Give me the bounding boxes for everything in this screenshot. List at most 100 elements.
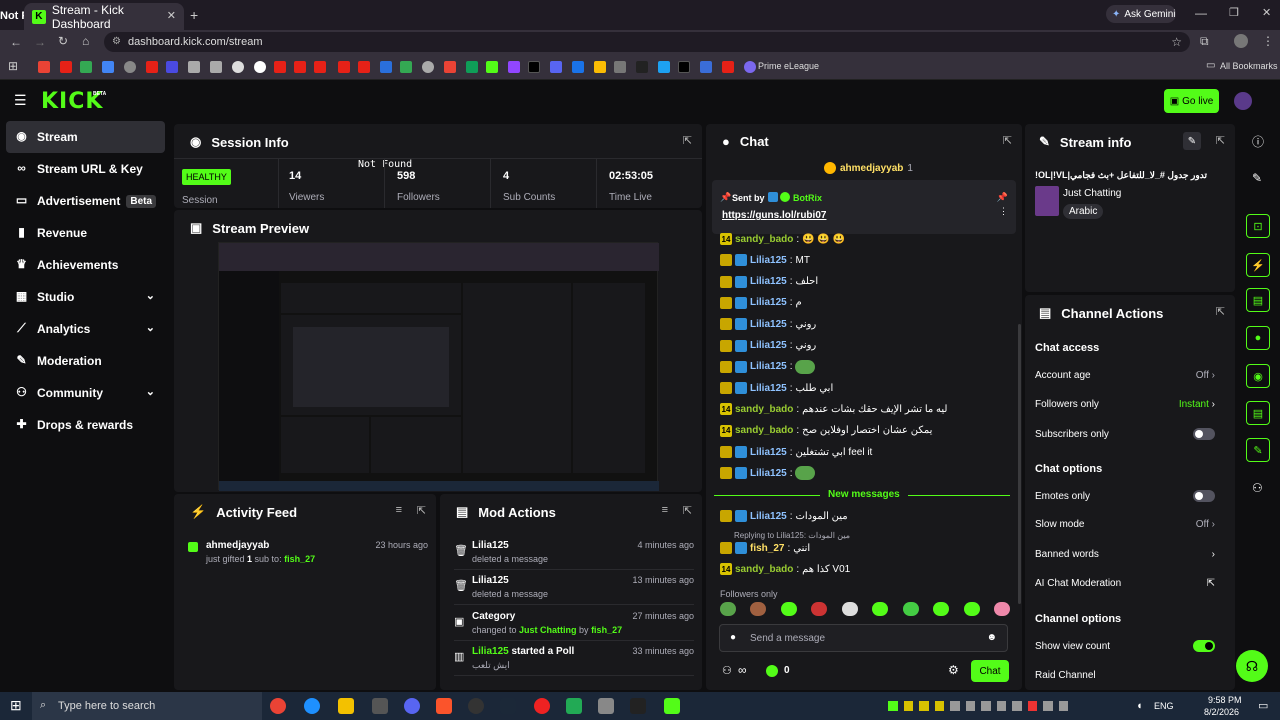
chat-username[interactable]: sandy_bado [735, 425, 793, 436]
extensions-icon[interactable]: ⧉ [1200, 34, 1209, 49]
setting-show-view-count[interactable]: Show view count [1035, 640, 1215, 652]
youtube-bookmark-icon[interactable] [338, 61, 350, 73]
chat-input[interactable]: ● Send a message ☻ [719, 624, 1008, 652]
windows-start-icon[interactable]: ⊞ [10, 697, 22, 714]
infinity-icon[interactable]: ∞ [738, 663, 747, 677]
minimize-icon[interactable]: — [1195, 6, 1207, 20]
sidebar-item-revenue[interactable]: ▮ Revenue [6, 217, 165, 249]
chat-username[interactable]: fish_27 [750, 543, 784, 554]
tray-icon[interactable] [996, 701, 1006, 711]
chat-username[interactable]: Lilia125 [750, 447, 787, 458]
maps-bookmark-icon[interactable] [80, 61, 92, 73]
chat-message[interactable]: Lilia125: ابي تشتغلين feel it [720, 443, 872, 461]
popout-icon[interactable]: ⇱ [1216, 134, 1225, 147]
youtube-bookmark-icon[interactable] [60, 61, 72, 73]
setting-slow-mode[interactable]: Slow mode Off › [1035, 519, 1215, 530]
subscribers-only-toggle[interactable] [1193, 428, 1215, 440]
hamburger-menu-icon[interactable]: ☰ [14, 92, 27, 109]
unpin-icon[interactable]: 📌 [997, 192, 1008, 203]
bookmark-icon[interactable] [444, 61, 456, 73]
ask-gemini-button[interactable]: ✦ Ask Gemini [1106, 5, 1176, 23]
popout-icon[interactable]: ⇱ [417, 504, 426, 517]
bookmark-icon[interactable] [466, 61, 478, 73]
reload-icon[interactable]: ↻ [58, 34, 68, 48]
epic-games-icon[interactable] [630, 698, 646, 714]
tray-icon[interactable] [1058, 701, 1068, 711]
filter-icon[interactable]: ≡ [662, 504, 668, 516]
youtube-bookmark-icon[interactable] [314, 61, 326, 73]
x-bookmark-icon[interactable] [678, 61, 690, 73]
chat-message[interactable]: Lilia125: احلف [720, 273, 818, 291]
sidebar-item-stream[interactable]: ◉ Stream [6, 121, 165, 153]
setting-emotes-only[interactable]: Emotes only [1035, 490, 1215, 502]
app-icon[interactable] [468, 698, 484, 714]
chat-message[interactable]: Lilia125: [720, 358, 816, 376]
sidebar-item-achievements[interactable]: ♛ Achievements [6, 249, 165, 281]
tiktok-bookmark-icon[interactable] [528, 61, 540, 73]
sidebar-item-analytics[interactable]: ⟋ Analytics ⌄ [6, 313, 165, 345]
bookmark-icon[interactable] [422, 61, 434, 73]
sidebar-item-advertisement[interactable]: ▭ Advertisement Beta [6, 185, 165, 217]
bookmark-icon[interactable] [400, 61, 412, 73]
chat-message[interactable]: Lilia125: مين المودات [720, 507, 848, 525]
bookmark-icon[interactable] [636, 61, 648, 73]
bookmark-icon[interactable] [614, 61, 626, 73]
taskbar-search[interactable]: ⌕ Type here to search [32, 692, 262, 720]
bookmark-icon[interactable] [254, 61, 266, 73]
tray-icon[interactable] [903, 701, 913, 711]
popout-icon[interactable]: ⇱ [1003, 134, 1012, 147]
youtube-bookmark-icon[interactable] [146, 61, 158, 73]
bookmark-icon[interactable] [232, 61, 244, 73]
chat-username[interactable]: Lilia125 [750, 383, 787, 394]
url-input[interactable]: ⚙ dashboard.kick.com/stream ☆ [104, 32, 1190, 52]
sidebar-item-studio[interactable]: ▦ Studio ⌄ [6, 281, 165, 313]
emote-icon[interactable] [963, 602, 980, 616]
bookmark-icon[interactable] [166, 61, 178, 73]
pinned-link[interactable]: https://guns.lol/rubi07 [722, 210, 826, 221]
chat-username[interactable]: Lilia125 [750, 319, 787, 330]
chat-message[interactable]: Lilia125: روني [720, 337, 816, 355]
emote-icon[interactable] [841, 602, 858, 616]
app-icon[interactable] [598, 698, 614, 714]
chat-username[interactable]: Lilia125 [750, 468, 787, 479]
user-avatar[interactable] [1234, 92, 1252, 110]
gmail-bookmark-icon[interactable] [38, 61, 50, 73]
window-close-icon[interactable]: ✕ [1262, 6, 1271, 19]
chat-message[interactable]: 14 sandy_bado: كذا هم V01 [720, 560, 850, 578]
app-icon[interactable] [534, 698, 550, 714]
tray-icon[interactable] [965, 701, 975, 711]
discord-icon[interactable] [404, 698, 420, 714]
brave-icon[interactable] [436, 698, 452, 714]
tab-close-icon[interactable]: ✕ [167, 9, 176, 22]
tray-icon[interactable] [919, 701, 929, 711]
chat-username[interactable]: sandy_bado [735, 404, 793, 415]
bookmark-icon[interactable] [210, 61, 222, 73]
bookmark-icon[interactable] [380, 61, 392, 73]
tray-icon[interactable] [934, 701, 944, 711]
clock-date[interactable]: 8/2/2026 [1204, 707, 1239, 717]
chat-username[interactable]: Lilia125 [750, 297, 787, 308]
pinned-message[interactable]: 📌 Sent by BotRix https://guns.lol/rubi07… [712, 180, 1016, 234]
browser-tab[interactable]: K Stream - Kick Dashboard ✕ [24, 3, 184, 31]
more-options-icon[interactable]: ⋮ [999, 206, 1008, 217]
youtube-bookmark-icon[interactable] [294, 61, 306, 73]
bookmark-prime-eleague[interactable]: Prime eLeague [758, 61, 819, 71]
edit-pencil-icon[interactable]: ✎ [1252, 171, 1262, 185]
store-icon[interactable] [372, 698, 388, 714]
steam-icon[interactable] [500, 698, 516, 714]
emotes-only-toggle[interactable] [1193, 490, 1215, 502]
chat-username[interactable]: Lilia125 [750, 255, 787, 266]
community-icon[interactable]: ⚇ [722, 664, 732, 677]
chat-username[interactable]: sandy_bado [735, 234, 793, 245]
notifications-icon[interactable]: ▭ [1258, 699, 1268, 712]
chat-message[interactable]: fish_27: انني [720, 539, 810, 557]
edge-taskbar-icon[interactable] [304, 698, 320, 714]
edit-pencil-icon[interactable]: ✎ [1183, 132, 1201, 150]
tray-icon[interactable] [981, 701, 991, 711]
sidebar-item-moderation[interactable]: ✎ Moderation [6, 345, 165, 377]
back-icon[interactable]: ← [10, 35, 22, 49]
emote-icon[interactable] [811, 602, 828, 616]
emoji-icon[interactable]: ☻ [986, 632, 997, 643]
sidebar-item-drops-rewards[interactable]: ✚ Drops & rewards [6, 409, 165, 441]
setting-account-age[interactable]: Account age Off › [1035, 370, 1215, 381]
